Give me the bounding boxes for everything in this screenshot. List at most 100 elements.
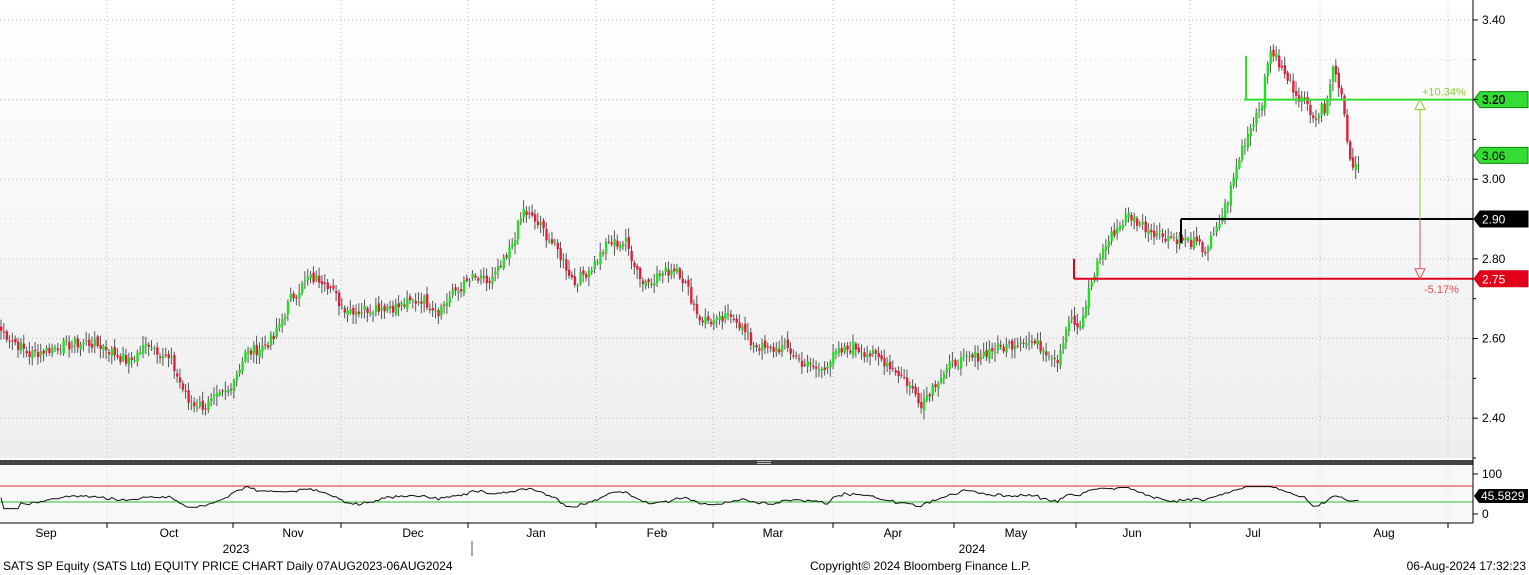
candle-body <box>573 276 577 285</box>
candle-body <box>292 293 295 299</box>
candle-body <box>1019 341 1022 344</box>
candle-body <box>82 342 85 344</box>
candle-body <box>1164 238 1167 242</box>
candle-body <box>690 287 693 304</box>
candle-body <box>1161 233 1164 238</box>
candle-body <box>360 312 364 314</box>
candle-body <box>599 252 602 265</box>
candle-body <box>579 271 582 285</box>
candle-body <box>1121 224 1125 228</box>
candle-body <box>374 305 378 313</box>
month-label: May <box>1005 526 1028 540</box>
candle-body <box>1056 360 1059 364</box>
candle-body <box>653 282 656 286</box>
candle-body <box>852 341 855 356</box>
candle-body <box>1101 248 1105 259</box>
candle-body <box>772 347 775 352</box>
candle-body <box>1127 212 1130 218</box>
candle-body <box>1050 358 1054 360</box>
candle-body <box>803 364 807 366</box>
candle-body <box>1317 115 1321 119</box>
candle-body <box>1207 247 1210 253</box>
candle-body <box>942 373 946 379</box>
candle-body <box>349 308 352 313</box>
candle-body <box>911 386 915 389</box>
candle-body <box>443 304 446 306</box>
candle-body <box>781 344 784 352</box>
candle-body <box>377 303 381 312</box>
candle-body <box>1204 251 1207 254</box>
candle-body <box>684 281 687 283</box>
candle-body <box>42 350 45 354</box>
year-label: 2024 <box>959 542 986 556</box>
candle-body <box>303 279 307 281</box>
candle-body <box>778 349 781 353</box>
candle-body <box>869 353 872 357</box>
candle-body <box>673 268 676 272</box>
candle-body <box>931 384 934 396</box>
candle-body <box>372 313 375 315</box>
candle-body <box>295 297 298 299</box>
candle-body <box>775 347 778 353</box>
candle-body <box>1070 317 1074 320</box>
candle-body <box>417 301 420 304</box>
candle-body <box>894 370 897 373</box>
candle-body <box>562 259 565 261</box>
up-move-label: +10.34% <box>1422 87 1466 99</box>
candle-body <box>8 340 11 342</box>
rsi-tick-label: 100 <box>1482 467 1502 481</box>
candle-body <box>590 270 594 273</box>
panel-divider[interactable] <box>0 460 1473 465</box>
candle-body <box>71 345 74 348</box>
time-axis: Sep Oct Nov Dec Jan Feb Mar Apr May Jun Jul Aug 2023… <box>35 523 1449 556</box>
candle-body <box>613 238 616 247</box>
candle-body <box>258 349 261 357</box>
candle-body <box>167 354 170 359</box>
candle-body <box>897 370 900 377</box>
candle-body <box>1167 236 1170 242</box>
candle-body <box>735 318 738 323</box>
candle-body <box>550 239 554 244</box>
candle-body <box>366 308 369 313</box>
candle-body <box>1175 239 1179 245</box>
candle-body <box>985 349 988 358</box>
candle-body <box>76 338 80 348</box>
candle-body <box>525 211 528 216</box>
candle-body <box>494 271 497 275</box>
candle-body <box>320 281 324 285</box>
rsi-value-label: 45.5829 <box>1481 489 1525 503</box>
candle-body <box>1170 236 1173 238</box>
candle-body <box>1280 65 1284 68</box>
candle-body <box>710 321 713 325</box>
candle-body <box>1272 49 1275 57</box>
candle-body <box>1130 215 1133 221</box>
candle-body <box>1269 50 1272 65</box>
candle-body <box>508 246 511 259</box>
y-tick-label: 3.20 <box>1482 93 1506 107</box>
candle-body <box>982 351 986 357</box>
candle-body <box>511 243 514 247</box>
candle-body <box>79 344 82 350</box>
candle-body <box>335 291 338 294</box>
candle-body <box>150 348 153 350</box>
footer-copyright: Copyright© 2024 Bloomberg Finance L.P. <box>810 559 1031 573</box>
candle-body <box>329 286 332 288</box>
candle-body <box>355 311 358 316</box>
candle-body <box>1141 221 1145 225</box>
candle-body <box>815 366 818 369</box>
candle-body <box>468 280 471 282</box>
candle-body <box>1082 315 1085 328</box>
candle-body <box>695 304 699 315</box>
candle-body <box>834 351 838 354</box>
candle-body <box>996 343 1000 351</box>
month-label: Sep <box>35 526 57 540</box>
candle-body <box>658 273 662 276</box>
candle-body <box>531 212 534 216</box>
month-label: Aug <box>1373 526 1394 540</box>
candle-body <box>289 293 293 301</box>
candle-body <box>1011 340 1014 350</box>
candle-body <box>241 361 244 372</box>
candle-body <box>1306 97 1309 105</box>
candle-body <box>945 368 949 373</box>
candle-body <box>630 251 633 262</box>
